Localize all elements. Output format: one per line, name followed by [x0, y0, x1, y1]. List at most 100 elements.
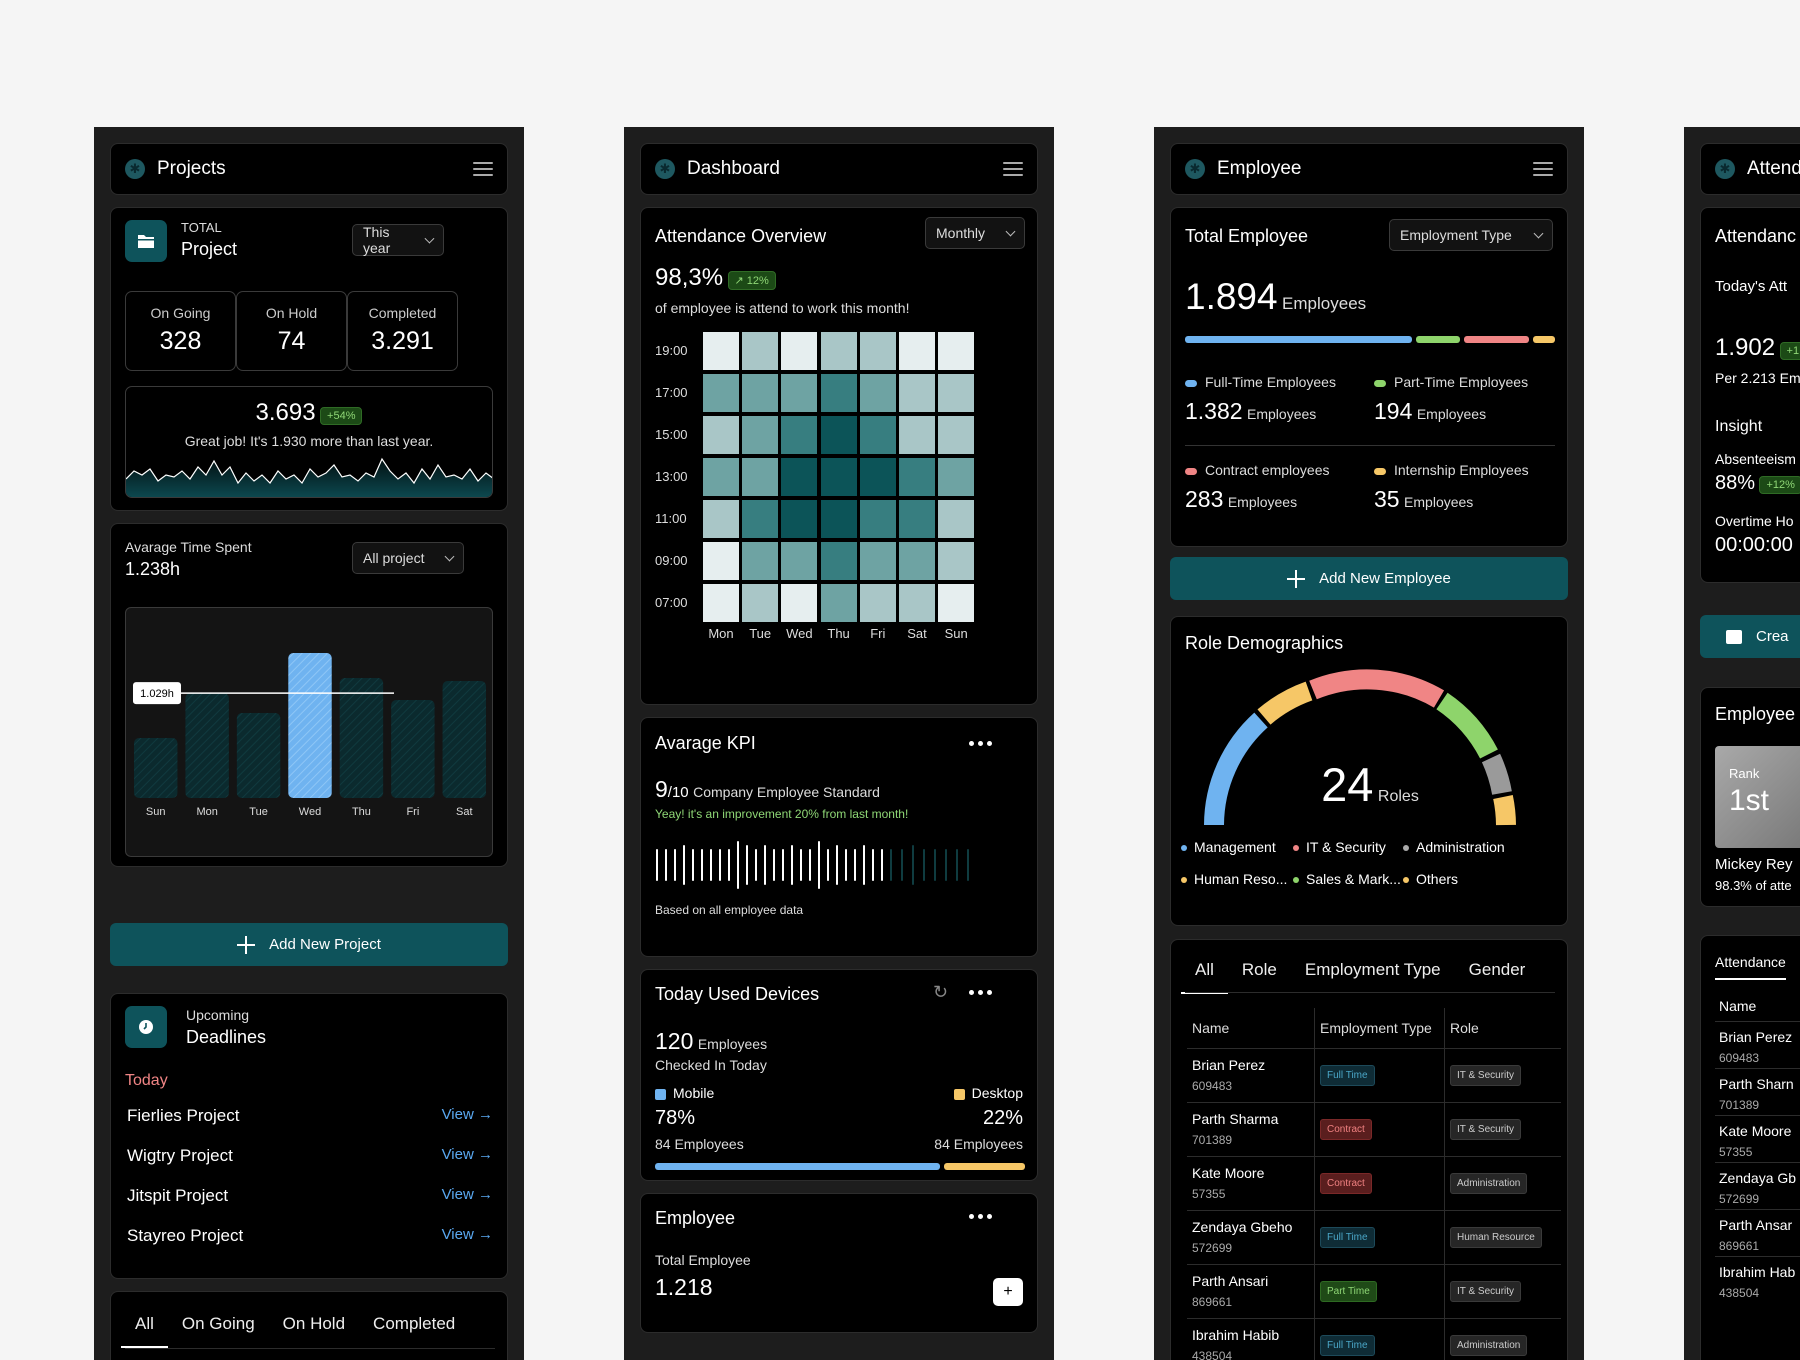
heatmap-cell[interactable] — [859, 332, 896, 370]
heatmap-cell[interactable] — [938, 374, 975, 412]
table-row[interactable]: Zendaya Gb 572699 — [1715, 1162, 1800, 1209]
table-row[interactable]: Ibrahim Hab 438504 — [1715, 1256, 1800, 1303]
tab-role[interactable]: Role — [1228, 960, 1291, 994]
table-row[interactable]: Kate Moore 57355 Contract Administration — [1187, 1156, 1561, 1210]
period-dropdown[interactable]: Monthly — [925, 217, 1025, 249]
view-link[interactable]: View → — [442, 1146, 493, 1166]
bar-sun[interactable] — [134, 738, 178, 798]
more-options-icon[interactable] — [969, 1214, 992, 1219]
tab-onhold[interactable]: On Hold — [269, 1314, 359, 1348]
table-row[interactable]: Parth Ansari 869661 Part Time IT & Security — [1187, 1264, 1561, 1318]
heatmap-cell[interactable] — [820, 584, 857, 622]
view-link[interactable]: View → — [442, 1226, 493, 1246]
heatmap-cell[interactable] — [703, 374, 739, 412]
heatmap-cell[interactable] — [938, 500, 975, 538]
heatmap-cell[interactable] — [742, 542, 779, 580]
table-row[interactable]: Kate Moore 57355 — [1715, 1115, 1800, 1162]
menu-icon[interactable] — [473, 162, 493, 176]
tab-all[interactable]: All — [1181, 960, 1228, 994]
heatmap-cell[interactable] — [859, 416, 896, 454]
heatmap-cell[interactable] — [859, 584, 896, 622]
table-row[interactable]: Ibrahim Habib 438504 Full Time Administrati… — [1187, 1318, 1561, 1360]
heatmap-cell[interactable] — [820, 416, 857, 454]
heatmap-cell[interactable] — [742, 500, 779, 538]
add-employee-button[interactable]: Add New Employee — [1170, 557, 1568, 600]
more-options-icon[interactable] — [969, 741, 992, 746]
bar-tue[interactable] — [236, 713, 281, 798]
heatmap-cell[interactable] — [938, 458, 975, 496]
heatmap-cell[interactable] — [703, 416, 739, 454]
table-row[interactable]: Parth Ansar 869661 — [1715, 1209, 1800, 1256]
heatmap-cell[interactable] — [820, 374, 857, 412]
stat-ongoing[interactable]: On Going 328 — [125, 291, 236, 371]
heatmap-cell[interactable] — [899, 416, 935, 454]
tab-gender[interactable]: Gender — [1455, 960, 1540, 994]
table-row[interactable]: Zendaya Gbeho 572699 Full Time Human Resour… — [1187, 1210, 1561, 1264]
create-button[interactable]: Crea — [1700, 615, 1800, 658]
heatmap-cell[interactable] — [899, 500, 935, 538]
heatmap-cell[interactable] — [899, 374, 935, 412]
heatmap-cell[interactable] — [899, 458, 935, 496]
heatmap-cell[interactable] — [742, 458, 779, 496]
project-filter-dropdown[interactable]: All project — [352, 542, 464, 574]
heatmap-cell[interactable] — [703, 542, 739, 580]
tab-completed[interactable]: Completed — [359, 1314, 469, 1348]
tab-ongoing[interactable]: On Going — [168, 1314, 269, 1348]
heatmap-cell[interactable] — [820, 458, 857, 496]
heatmap-cell[interactable] — [859, 374, 896, 412]
heatmap-cell[interactable] — [899, 542, 935, 580]
add-project-button[interactable]: Add New Project — [110, 923, 508, 966]
stat-completed[interactable]: Completed 3.291 — [347, 291, 458, 371]
heatmap-cell[interactable] — [703, 458, 739, 496]
bar-wed[interactable] — [288, 653, 332, 798]
heatmap-cell[interactable] — [703, 584, 739, 622]
stat-onhold[interactable]: On Hold 74 — [236, 291, 347, 371]
table-row[interactable]: Parth Sharma 701389 Contract IT & Security — [1187, 1102, 1561, 1156]
table-row[interactable]: Parth Sharn 701389 — [1715, 1068, 1800, 1115]
heatmap-cell[interactable] — [820, 332, 857, 370]
heatmap-cell[interactable] — [938, 542, 975, 580]
employment-type-dropdown[interactable]: Employment Type — [1389, 219, 1553, 251]
bar-fri[interactable] — [391, 700, 435, 798]
add-employee-button[interactable]: + — [993, 1278, 1023, 1306]
page-title: Attenda — [1747, 158, 1800, 179]
heatmap-cell[interactable] — [781, 458, 818, 496]
table-row[interactable]: Brian Perez 609483 — [1715, 1021, 1800, 1068]
heatmap-cell[interactable] — [781, 416, 818, 454]
heatmap-cell[interactable] — [899, 584, 935, 622]
heatmap-cell[interactable] — [742, 332, 779, 370]
tab-employment-type[interactable]: Employment Type — [1291, 960, 1455, 994]
heatmap-cell[interactable] — [899, 332, 935, 370]
tab-attendance[interactable]: Attendance — [1715, 954, 1786, 980]
heatmap-cell[interactable] — [938, 332, 975, 370]
heatmap-cell[interactable] — [742, 584, 779, 622]
tab-all[interactable]: All — [121, 1314, 168, 1348]
heatmap-cell[interactable] — [938, 584, 975, 622]
table-row[interactable]: Brian Perez 609483 Full Time IT & Security — [1187, 1048, 1561, 1102]
view-link[interactable]: View → — [442, 1186, 493, 1206]
heatmap-cell[interactable] — [781, 542, 818, 580]
heatmap-cell[interactable] — [703, 332, 739, 370]
heatmap-cell[interactable] — [703, 500, 739, 538]
heatmap-cell[interactable] — [859, 542, 896, 580]
bar-sat[interactable] — [442, 681, 486, 798]
heatmap-cell[interactable] — [820, 500, 857, 538]
heatmap-cell[interactable] — [859, 458, 896, 496]
bar-mon[interactable] — [185, 693, 229, 798]
heatmap-cell[interactable] — [859, 500, 896, 538]
bar-thu[interactable] — [339, 678, 384, 798]
view-link[interactable]: View → — [442, 1106, 493, 1126]
heatmap-cell[interactable] — [938, 416, 975, 454]
heatmap-cell[interactable] — [781, 500, 818, 538]
period-dropdown[interactable]: This year — [352, 224, 444, 256]
heatmap-cell[interactable] — [742, 416, 779, 454]
more-options-icon[interactable] — [969, 990, 992, 995]
menu-icon[interactable] — [1533, 162, 1553, 176]
heatmap-cell[interactable] — [781, 332, 818, 370]
heatmap-cell[interactable] — [781, 374, 818, 412]
heatmap-cell[interactable] — [742, 374, 779, 412]
menu-icon[interactable] — [1003, 162, 1023, 176]
refresh-icon[interactable]: ↻ — [933, 982, 948, 1003]
heatmap-cell[interactable] — [781, 584, 818, 622]
heatmap-cell[interactable] — [820, 542, 857, 580]
